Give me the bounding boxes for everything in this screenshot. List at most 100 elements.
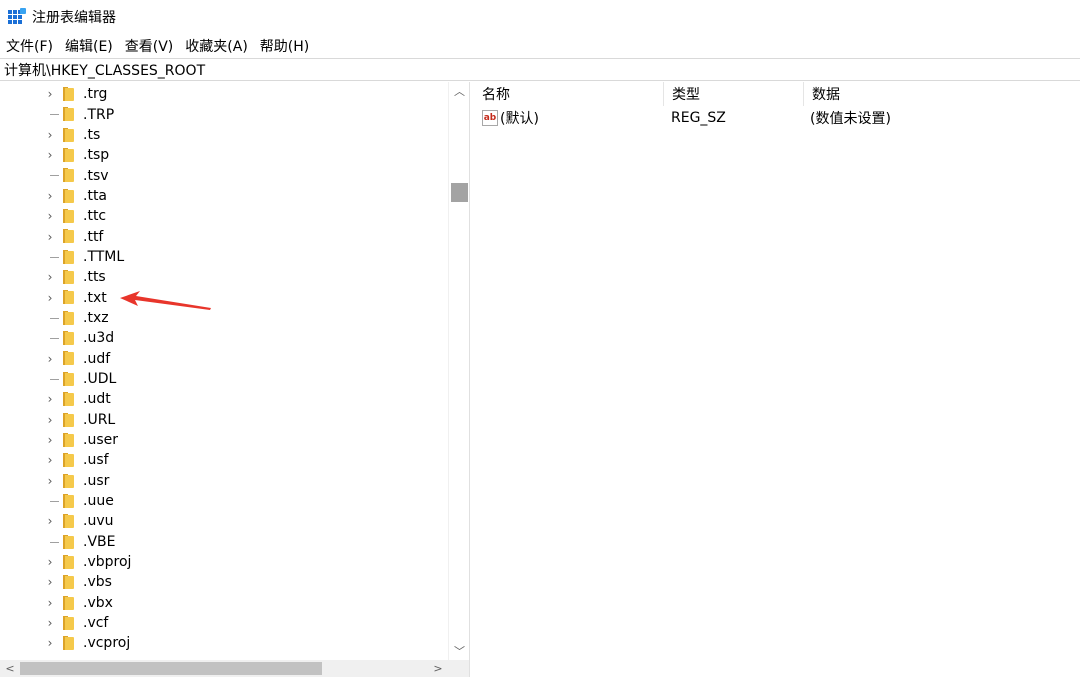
chevron-right-icon[interactable]: › xyxy=(45,227,55,247)
tree-connector-line xyxy=(50,175,59,177)
tree-node[interactable]: › .ttc xyxy=(0,206,448,226)
scroll-left-icon[interactable]: < xyxy=(2,660,18,677)
chevron-right-icon[interactable]: › xyxy=(45,410,55,430)
tree-node-label: .ttf xyxy=(83,228,104,245)
scroll-up-icon[interactable]: ︿ xyxy=(449,82,470,100)
column-header-name[interactable]: 名称 xyxy=(474,82,664,106)
tree-node[interactable]: › .tta xyxy=(0,186,448,206)
folder-icon xyxy=(63,636,74,651)
tree-node[interactable]: › .URL xyxy=(0,410,448,430)
tree-node-label: .vbs xyxy=(83,574,112,591)
chevron-right-icon[interactable]: › xyxy=(45,145,55,165)
tree-vertical-scrollbar[interactable]: ︿ ﹀ xyxy=(448,82,470,660)
tree-node-label: .txt xyxy=(83,289,107,306)
tree-node[interactable]: › .udf xyxy=(0,348,448,368)
tree-connector-line xyxy=(50,256,59,258)
folder-icon xyxy=(63,392,74,407)
tree-node[interactable]: .txz xyxy=(0,308,448,328)
chevron-right-icon[interactable]: › xyxy=(45,633,55,653)
chevron-right-icon[interactable]: › xyxy=(45,471,55,491)
chevron-right-icon[interactable]: › xyxy=(45,206,55,226)
menu-favorites[interactable]: 收藏夹(A) xyxy=(179,36,254,56)
title-bar: 注册表编辑器 xyxy=(0,0,1080,34)
tree-node[interactable]: .UDL xyxy=(0,369,448,389)
tree-node[interactable]: .u3d xyxy=(0,328,448,348)
chevron-right-icon[interactable]: › xyxy=(45,511,55,531)
tree-node[interactable]: .TRP xyxy=(0,104,448,124)
chevron-right-icon[interactable]: › xyxy=(45,267,55,287)
tree-node[interactable]: › .vbs xyxy=(0,572,448,592)
tree-node[interactable]: .TTML xyxy=(0,247,448,267)
tree-node[interactable]: .tsv xyxy=(0,165,448,185)
folder-icon xyxy=(63,127,74,142)
key-tree-pane: › .trg .TRP › .ts › .tsp .tsv › .tta › .ttc › .ttf .TT… xyxy=(0,82,469,677)
tree-node[interactable]: .uue xyxy=(0,491,448,511)
folder-icon xyxy=(63,432,74,447)
column-header-type[interactable]: 类型 xyxy=(664,82,804,106)
folder-icon xyxy=(63,249,74,264)
tree-node-label: .uvu xyxy=(83,513,114,530)
address-bar[interactable]: 计算机\HKEY_CLASSES_ROOT xyxy=(0,58,1080,81)
tree-node[interactable]: › .vcproj xyxy=(0,633,448,653)
tree-node[interactable]: › .tsp xyxy=(0,145,448,165)
folder-icon xyxy=(63,412,74,427)
vertical-scroll-thumb[interactable] xyxy=(451,183,468,202)
chevron-right-icon[interactable]: › xyxy=(45,572,55,592)
registry-editor-icon xyxy=(8,8,26,26)
chevron-right-icon[interactable]: › xyxy=(45,389,55,409)
ab-string-icon: ab xyxy=(482,110,498,126)
tree-node[interactable]: › .usf xyxy=(0,450,448,470)
tree-node[interactable]: › .vbproj xyxy=(0,552,448,572)
tree-node[interactable]: .VBE xyxy=(0,532,448,552)
chevron-right-icon[interactable]: › xyxy=(45,349,55,369)
tree-node-label: .ttc xyxy=(83,208,107,225)
horizontal-scroll-thumb[interactable] xyxy=(20,662,322,675)
folder-icon xyxy=(63,534,74,549)
tree-horizontal-scrollbar[interactable]: < > xyxy=(0,660,469,677)
chevron-right-icon[interactable]: › xyxy=(45,186,55,206)
tree-node[interactable]: › .txt xyxy=(0,287,448,307)
values-list-pane: 名称 类型 数据 ab (默认) REG_SZ (数值未设置) xyxy=(474,82,1080,677)
chevron-right-icon[interactable]: › xyxy=(45,125,55,145)
tree-node[interactable]: › .trg xyxy=(0,84,448,104)
folder-icon xyxy=(63,107,74,122)
tree-connector-line xyxy=(50,338,59,340)
folder-icon xyxy=(63,575,74,590)
folder-icon xyxy=(63,514,74,529)
menu-edit[interactable]: 编辑(E) xyxy=(59,36,119,56)
tree-node-label: .u3d xyxy=(83,330,115,347)
folder-icon xyxy=(63,148,74,163)
menu-help[interactable]: 帮助(H) xyxy=(254,36,315,56)
folder-icon xyxy=(63,473,74,488)
chevron-right-icon[interactable]: › xyxy=(45,430,55,450)
tree-node[interactable]: › .usr xyxy=(0,471,448,491)
tree-connector-line xyxy=(50,317,59,319)
scroll-down-icon[interactable]: ﹀ xyxy=(449,642,470,660)
folder-icon xyxy=(63,209,74,224)
tree-node[interactable]: › .ts xyxy=(0,125,448,145)
chevron-right-icon[interactable]: › xyxy=(45,613,55,633)
chevron-right-icon[interactable]: › xyxy=(45,593,55,613)
chevron-right-icon[interactable]: › xyxy=(45,84,55,104)
chevron-right-icon[interactable]: › xyxy=(45,288,55,308)
tree-node[interactable]: › .udt xyxy=(0,389,448,409)
tree-connector-line xyxy=(50,541,59,543)
tree-node[interactable]: › .uvu xyxy=(0,511,448,531)
tree-node[interactable]: › .vcf xyxy=(0,613,448,633)
tree-node[interactable]: › .tts xyxy=(0,267,448,287)
folder-icon xyxy=(63,493,74,508)
tree-node[interactable]: › .vbx xyxy=(0,593,448,613)
column-header-data[interactable]: 数据 xyxy=(804,82,1080,106)
folder-icon xyxy=(63,310,74,325)
tree-node[interactable]: › .ttf xyxy=(0,226,448,246)
folder-icon xyxy=(63,229,74,244)
tree-node[interactable]: › .user xyxy=(0,430,448,450)
chevron-right-icon[interactable]: › xyxy=(45,450,55,470)
tree-node-label: .URL xyxy=(83,411,116,428)
chevron-right-icon[interactable]: › xyxy=(45,552,55,572)
menu-file[interactable]: 文件(F) xyxy=(0,36,59,56)
address-path: 计算机\HKEY_CLASSES_ROOT xyxy=(4,62,206,79)
scroll-right-icon[interactable]: > xyxy=(430,660,446,677)
menu-view[interactable]: 查看(V) xyxy=(119,36,180,56)
value-row[interactable]: ab (默认) REG_SZ (数值未设置) xyxy=(474,108,1080,128)
